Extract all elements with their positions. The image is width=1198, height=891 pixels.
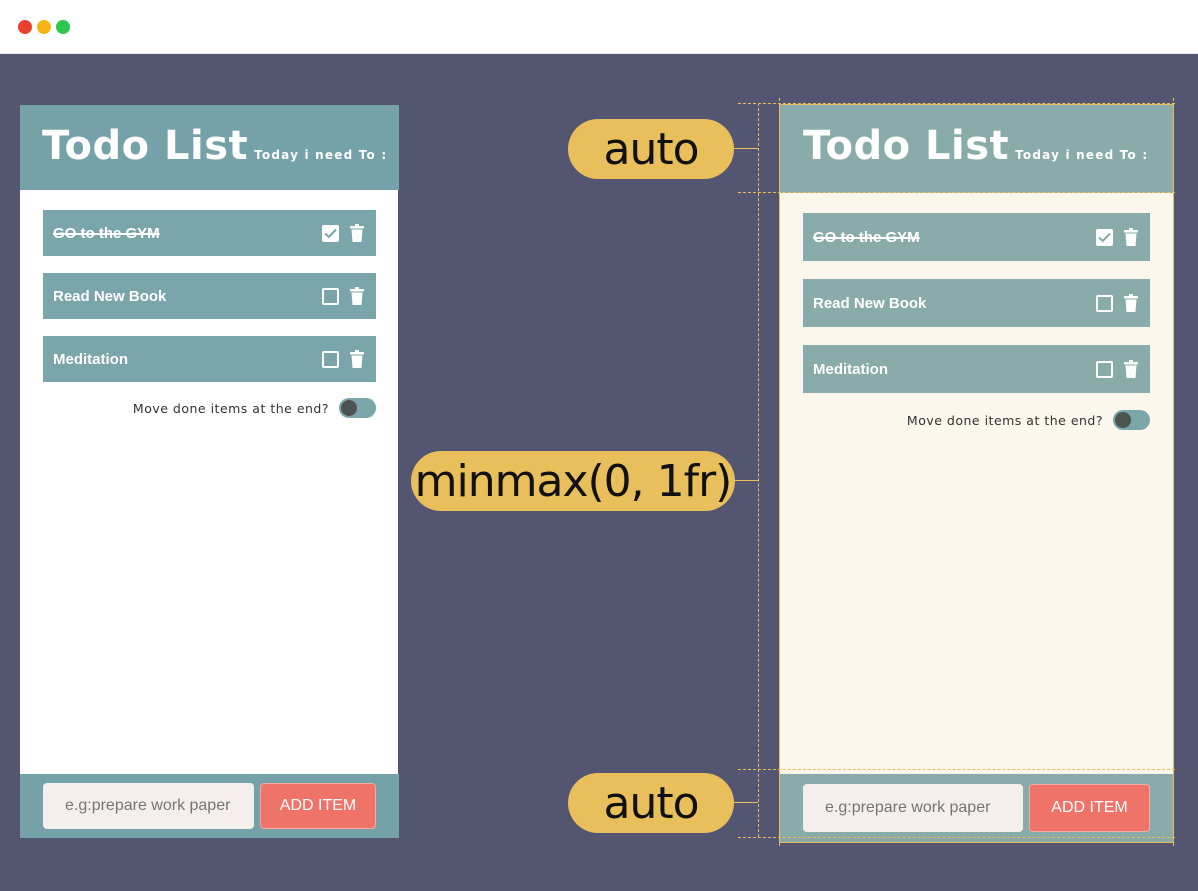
- checkbox-checked-icon[interactable]: [322, 224, 339, 242]
- checkbox-icon[interactable]: [1096, 360, 1113, 378]
- app-subtitle: Today i need To :: [1015, 148, 1149, 162]
- trash-icon[interactable]: [350, 287, 364, 305]
- toggle-knob: [341, 400, 357, 416]
- trash-icon[interactable]: [350, 350, 364, 368]
- grid-line: [738, 769, 1175, 770]
- pill-connector: [734, 480, 758, 481]
- trash-icon[interactable]: [1124, 360, 1138, 378]
- checkbox-checked-icon[interactable]: [1096, 228, 1113, 246]
- grid-line: [738, 192, 1175, 193]
- app-title: Todo List: [803, 123, 1010, 169]
- move-done-row: Move done items at the end?: [803, 410, 1150, 430]
- add-item-button[interactable]: ADD ITEM: [260, 783, 376, 829]
- row-size-pill-body: minmax(0, 1fr): [411, 451, 735, 511]
- pill-connector: [734, 148, 758, 149]
- todo-item-label: Meditation: [53, 350, 128, 368]
- todo-item-label: Read New Book: [813, 294, 927, 312]
- new-item-input[interactable]: [803, 784, 1023, 832]
- move-done-toggle[interactable]: [1113, 410, 1150, 430]
- todo-item-label: GO to the GYM: [813, 228, 920, 246]
- trash-icon[interactable]: [1124, 228, 1138, 246]
- move-done-row: Move done items at the end?: [43, 398, 376, 418]
- todo-item[interactable]: Meditation: [43, 336, 376, 382]
- canvas: Todo List Today i need To : GO to the GY…: [0, 54, 1198, 891]
- todo-list: GO to the GYM Read New Book Meditation M…: [780, 193, 1173, 774]
- checkbox-icon[interactable]: [322, 350, 339, 368]
- todo-item[interactable]: Read New Book: [803, 279, 1150, 327]
- todo-app-grid-view: Todo List Today i need To : GO to the GY…: [779, 104, 1174, 843]
- toggle-knob: [1115, 412, 1131, 428]
- row-size-pill-header: auto: [568, 119, 734, 179]
- grid-line: [758, 103, 759, 837]
- grid-line: [779, 98, 780, 846]
- todo-item-label: Meditation: [813, 360, 888, 378]
- grid-line: [738, 837, 1175, 838]
- checkbox-icon[interactable]: [322, 287, 339, 305]
- app-footer: ADD ITEM: [20, 774, 399, 838]
- app-title: Todo List: [42, 123, 249, 169]
- move-done-label: Move done items at the end?: [906, 412, 1103, 428]
- move-done-toggle[interactable]: [339, 398, 376, 418]
- todo-item-label: GO to the GYM: [53, 224, 160, 242]
- close-window-dot[interactable]: [18, 20, 32, 34]
- app-header: Todo List Today i need To :: [20, 105, 399, 190]
- trash-icon[interactable]: [350, 224, 364, 242]
- todo-item[interactable]: Read New Book: [43, 273, 376, 319]
- checkbox-icon[interactable]: [1096, 294, 1113, 312]
- move-done-label: Move done items at the end?: [132, 400, 329, 416]
- row-size-pill-footer: auto: [568, 773, 734, 833]
- add-item-button[interactable]: ADD ITEM: [1029, 784, 1150, 832]
- app-footer: ADD ITEM: [780, 774, 1173, 842]
- todo-item[interactable]: GO to the GYM: [43, 210, 376, 256]
- grid-line: [1173, 98, 1174, 846]
- pill-connector: [734, 802, 758, 803]
- grid-line: [738, 103, 1175, 104]
- maximize-window-dot[interactable]: [56, 20, 70, 34]
- todo-app-preview: Todo List Today i need To : GO to the GY…: [20, 105, 399, 838]
- window-chrome: [0, 0, 1198, 54]
- todo-list: GO to the GYM Read New Book Meditation M…: [20, 190, 399, 774]
- trash-icon[interactable]: [1124, 294, 1138, 312]
- app-header: Todo List Today i need To :: [780, 105, 1173, 193]
- app-subtitle: Today i need To :: [254, 148, 388, 162]
- new-item-input[interactable]: [43, 783, 254, 829]
- minimize-window-dot[interactable]: [37, 20, 51, 34]
- todo-item[interactable]: GO to the GYM: [803, 213, 1150, 261]
- todo-item-label: Read New Book: [53, 287, 167, 305]
- todo-item[interactable]: Meditation: [803, 345, 1150, 393]
